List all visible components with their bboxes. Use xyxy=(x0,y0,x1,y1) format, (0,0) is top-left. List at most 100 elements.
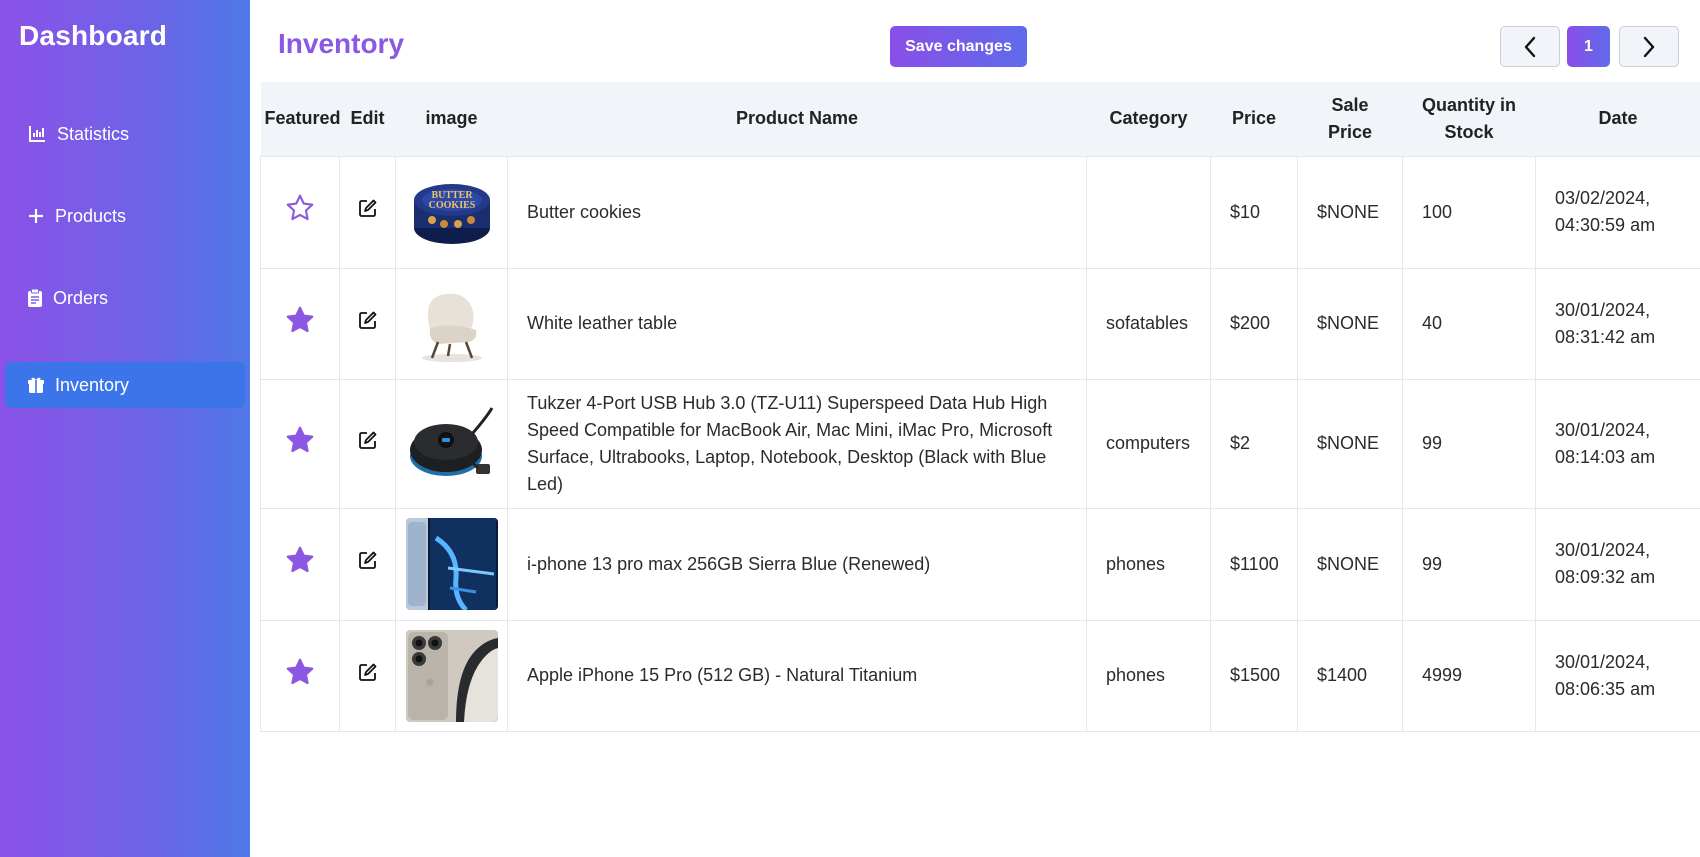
star-outline-icon[interactable] xyxy=(284,192,316,224)
sidebar-item-label: Products xyxy=(55,205,127,226)
featured-cell xyxy=(260,267,340,380)
category-cell: phones xyxy=(1086,619,1211,732)
sale-price-cell: $NONE xyxy=(1297,507,1403,621)
chevron-left-icon xyxy=(1524,36,1536,57)
category-cell xyxy=(1086,155,1211,269)
page-title: Inventory xyxy=(278,28,405,59)
column-header-category[interactable]: Category xyxy=(1087,82,1211,156)
image-cell xyxy=(395,507,508,621)
sidebar-item-label: Inventory xyxy=(55,374,130,395)
date-text: 30/01/2024, xyxy=(1555,299,1651,320)
table-row: White leather table sofatables $200 $NON… xyxy=(260,267,1700,380)
category-cell: computers xyxy=(1086,378,1211,509)
table-row: i-phone 13 pro max 256GB Sierra Blue (Re… xyxy=(260,507,1700,621)
edit-icon[interactable] xyxy=(358,430,378,450)
product-image-white-chair[interactable] xyxy=(405,277,498,370)
quantity-cell: 4999 xyxy=(1402,619,1536,732)
star-filled-icon[interactable] xyxy=(284,304,316,336)
edit-icon[interactable] xyxy=(358,310,378,330)
featured-cell xyxy=(260,155,340,269)
brand-title: Dashboard xyxy=(19,20,168,51)
price-cell: $10 xyxy=(1210,155,1298,269)
edit-icon[interactable] xyxy=(358,662,378,682)
edit-icon[interactable] xyxy=(358,198,378,218)
sale-price-cell: $NONE xyxy=(1297,267,1403,380)
table-row: Tukzer 4-Port USB Hub 3.0 (TZ-U11) Super… xyxy=(260,378,1700,509)
column-header-price[interactable]: Price xyxy=(1211,82,1298,156)
column-header-image[interactable]: image xyxy=(396,82,508,156)
price-cell: $1100 xyxy=(1210,507,1298,621)
edit-cell xyxy=(339,619,396,732)
date-cell: 30/01/2024, 08:09:32 am xyxy=(1535,507,1700,621)
svg-text:COOKIES: COOKIES xyxy=(428,200,475,211)
table-row: BUTTER COOKIES Butter cookies $10 $NONE … xyxy=(260,155,1700,269)
quantity-cell: 99 xyxy=(1402,507,1536,621)
featured-cell xyxy=(260,378,340,509)
edit-cell xyxy=(339,507,396,621)
edit-cell xyxy=(339,267,396,380)
sidebar-item-inventory[interactable]: Inventory xyxy=(5,362,245,408)
edit-cell xyxy=(339,155,396,269)
featured-cell xyxy=(260,507,340,621)
time-text: 08:14:03 am xyxy=(1555,446,1656,467)
price-cell: $1500 xyxy=(1210,619,1298,732)
date-cell: 03/02/2024, 04:30:59 am xyxy=(1535,155,1700,269)
inventory-table: Featured Edit image Product Name Categor… xyxy=(260,82,1700,732)
product-name-cell: White leather table xyxy=(507,267,1087,380)
column-header-edit[interactable]: Edit xyxy=(340,82,396,156)
product-image-butter-cookies[interactable]: BUTTER COOKIES xyxy=(405,166,498,258)
product-name-cell: i-phone 13 pro max 256GB Sierra Blue (Re… xyxy=(507,507,1087,621)
sidebar-item-label: Orders xyxy=(53,287,109,308)
current-page-button[interactable]: 1 xyxy=(1567,26,1610,67)
price-cell: $200 xyxy=(1210,267,1298,380)
product-image-iphone-15[interactable] xyxy=(405,629,498,722)
edit-cell xyxy=(339,378,396,509)
price-cell: $2 xyxy=(1210,378,1298,509)
product-name-cell: Apple iPhone 15 Pro (512 GB) - Natural T… xyxy=(507,619,1087,732)
sale-price-cell: $NONE xyxy=(1297,378,1403,509)
sale-price-cell: $1400 xyxy=(1297,619,1403,732)
plus-icon xyxy=(29,209,43,223)
column-header-date[interactable]: Date xyxy=(1536,82,1700,156)
time-text: 04:30:59 am xyxy=(1555,215,1656,235)
date-cell: 30/01/2024, 08:31:42 am xyxy=(1535,267,1700,380)
image-cell xyxy=(395,378,508,509)
product-name-cell: Butter cookies xyxy=(507,155,1087,269)
sidebar-item-products[interactable]: Products xyxy=(5,193,245,239)
image-cell: BUTTER COOKIES xyxy=(395,155,508,269)
column-header-product-name[interactable]: Product Name xyxy=(508,82,1087,156)
date-cell: 30/01/2024, 08:14:03 am xyxy=(1535,378,1700,509)
category-cell: sofatables xyxy=(1086,267,1211,380)
time-text: 08:09:32 am xyxy=(1555,567,1656,587)
gift-icon xyxy=(28,377,44,393)
column-header-quantity[interactable]: Quantity in Stock xyxy=(1403,82,1536,156)
date-text: 30/01/2024, xyxy=(1555,419,1651,440)
next-page-button[interactable] xyxy=(1619,26,1679,67)
time-text: 08:31:42 am xyxy=(1555,326,1656,347)
star-filled-icon[interactable] xyxy=(284,424,316,456)
product-image-iphone-13[interactable] xyxy=(405,518,498,610)
star-filled-icon[interactable] xyxy=(284,656,316,688)
save-changes-button[interactable]: Save changes xyxy=(890,26,1027,67)
sidebar: Dashboard Statistics Products Orders Inv… xyxy=(0,0,250,857)
sale-price-cell: $NONE xyxy=(1297,155,1403,269)
previous-page-button[interactable] xyxy=(1500,26,1560,67)
edit-icon[interactable] xyxy=(358,550,378,570)
product-name-cell: Tukzer 4-Port USB Hub 3.0 (TZ-U11) Super… xyxy=(507,378,1087,509)
date-cell: 30/01/2024, 08:06:35 am xyxy=(1535,619,1700,732)
chart-icon xyxy=(29,126,45,142)
sidebar-item-orders[interactable]: Orders xyxy=(5,275,245,321)
table-row: Apple iPhone 15 Pro (512 GB) - Natural T… xyxy=(260,619,1700,732)
star-filled-icon[interactable] xyxy=(284,544,316,576)
product-image-usb-hub[interactable] xyxy=(405,397,498,490)
table-header-row: Featured Edit image Product Name Categor… xyxy=(260,82,1700,156)
time-text: 08:06:35 am xyxy=(1555,678,1656,699)
chevron-right-icon xyxy=(1643,36,1655,57)
date-text: 03/02/2024, xyxy=(1555,188,1651,208)
category-cell: phones xyxy=(1086,507,1211,621)
column-header-sale-price[interactable]: Sale Price xyxy=(1298,82,1403,156)
column-header-featured[interactable]: Featured xyxy=(261,82,341,156)
sidebar-item-label: Statistics xyxy=(57,123,130,144)
sidebar-item-statistics[interactable]: Statistics xyxy=(5,111,245,157)
featured-cell xyxy=(260,619,340,732)
